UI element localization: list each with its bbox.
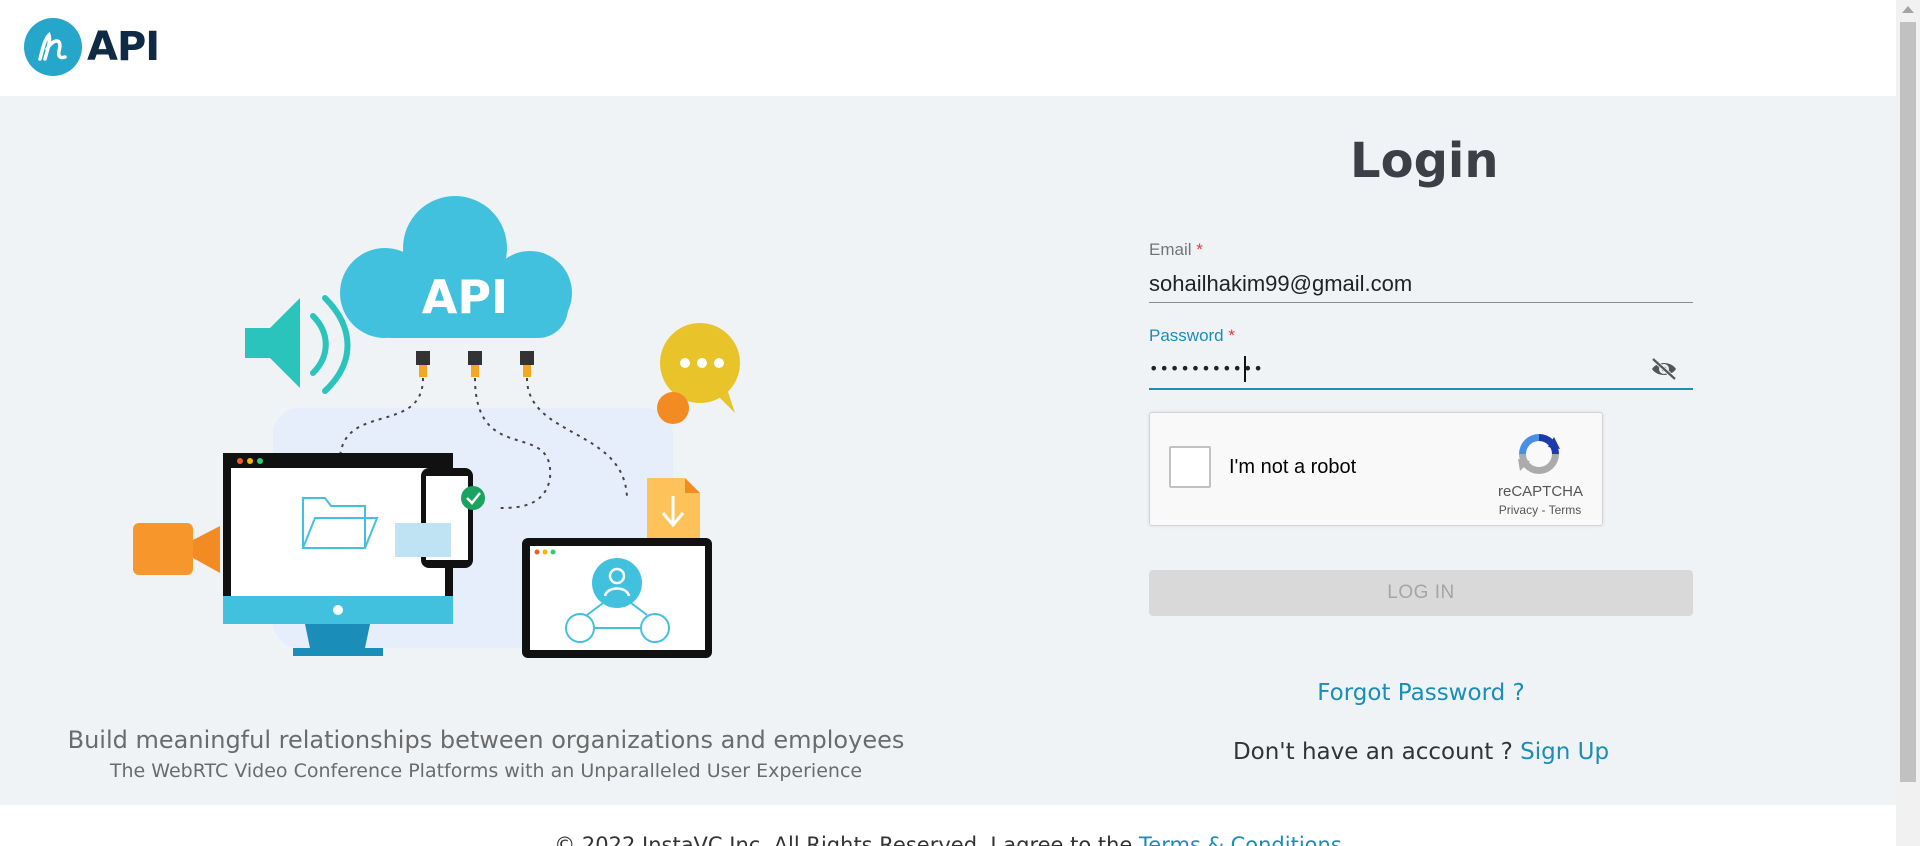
email-label: Email *	[1149, 240, 1203, 260]
login-title: Login	[1350, 133, 1499, 189]
password-field[interactable]	[1149, 350, 1629, 386]
terms-conditions-link[interactable]: Terms & Conditions	[1139, 833, 1342, 846]
forgot-password-link[interactable]: Forgot Password ?	[1149, 680, 1693, 706]
download-file-icon	[647, 478, 700, 548]
recaptcha-brand: reCAPTCHA	[1498, 483, 1584, 500]
cloud-text: API	[422, 270, 508, 324]
required-marker: *	[1196, 240, 1203, 259]
recaptcha-links: Privacy - Terms	[1490, 503, 1590, 517]
recaptcha-label: I'm not a robot	[1229, 456, 1357, 478]
header: API	[0, 0, 1896, 96]
recaptcha-separator: -	[1541, 503, 1546, 517]
signup-prompt: Don't have an account ? Sign Up	[1149, 739, 1693, 765]
main-area: API Build meaningful relationships betwe…	[0, 96, 1896, 805]
password-label-text: Password	[1149, 326, 1224, 345]
logo-icon	[24, 18, 82, 76]
check-icon	[461, 486, 485, 510]
footer: © 2022 InstaVC Inc. All Rights Reserved.…	[0, 805, 1896, 846]
speaker-icon	[245, 295, 351, 394]
email-label-text: Email	[1149, 240, 1192, 259]
scroll-thumb[interactable]	[1900, 22, 1916, 782]
laptop	[522, 538, 712, 658]
required-marker: *	[1228, 326, 1235, 345]
video-camera-icon	[133, 523, 220, 575]
recaptcha-widget: I'm not a robot reCAPTCHA Privacy - Term…	[1149, 412, 1603, 526]
no-account-text: Don't have an account ?	[1232, 739, 1513, 765]
eye-off-icon[interactable]	[1649, 356, 1679, 382]
tagline-headline: Build meaningful relationships between o…	[67, 726, 905, 754]
vertical-scrollbar[interactable]	[1896, 0, 1920, 846]
login-button[interactable]: LOG IN	[1149, 570, 1693, 616]
tagline-subline: The WebRTC Video Conference Platforms wi…	[109, 760, 863, 782]
recaptcha-checkbox[interactable]	[1169, 446, 1211, 488]
copyright-text: © 2022 InstaVC Inc. All Rights Reserved.…	[554, 833, 1133, 846]
recaptcha-icon	[1518, 434, 1560, 474]
password-label: Password *	[1149, 326, 1235, 346]
hero-illustration: API	[133, 196, 740, 658]
chat-bubble-icon	[657, 323, 740, 424]
sign-up-link[interactable]: Sign Up	[1520, 739, 1609, 765]
logo[interactable]: API	[23, 17, 160, 77]
footer-text: © 2022 InstaVC Inc. All Rights Reserved.…	[0, 833, 1896, 846]
logo-text: API	[87, 24, 160, 70]
password-field-wrapper	[1149, 350, 1693, 390]
cloud-icon: API	[340, 196, 572, 377]
email-field[interactable]	[1149, 266, 1693, 303]
scroll-up-arrow-icon[interactable]	[1902, 6, 1914, 13]
recaptcha-terms-link[interactable]: Terms	[1549, 503, 1582, 517]
recaptcha-privacy-link[interactable]: Privacy	[1499, 503, 1538, 517]
text-caret	[1244, 356, 1246, 382]
